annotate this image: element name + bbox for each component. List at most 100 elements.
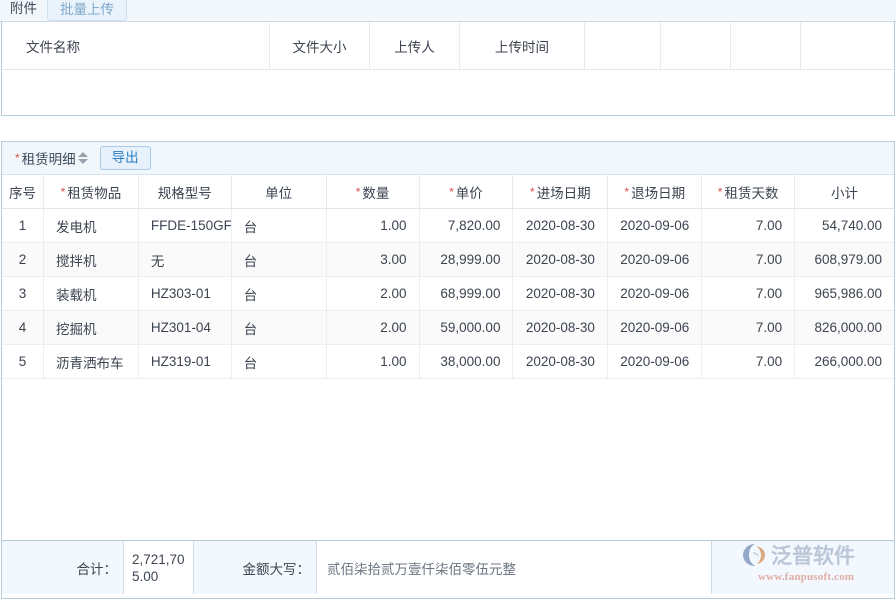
footer-spacer [712,541,894,594]
tab-attachment[interactable]: 附件 [10,0,37,22]
table-row[interactable]: 3装载机HZ303-01台2.0068,999.002020-08-302020… [2,277,894,311]
detail-column-header-label: 小计 [831,182,858,202]
cell-price[interactable]: 28,999.00 [420,243,514,276]
required-asterisk: * [530,186,535,198]
cell-item[interactable]: 搅拌机 [44,243,139,276]
total-value: 2,721,705.00 [124,541,194,594]
cell-no[interactable]: 2 [2,243,44,276]
attachment-column-header [731,22,801,69]
detail-column-header-label: 租赁物品 [67,182,121,202]
required-asterisk: * [61,186,66,198]
cell-days[interactable]: 7.00 [702,311,795,344]
cell-end[interactable]: 2020-09-06 [608,311,702,344]
cell-item[interactable]: 发电机 [44,209,139,242]
cell-subtotal[interactable]: 54,740.00 [795,209,894,242]
cell-end[interactable]: 2020-09-06 [608,277,702,310]
cell-start[interactable]: 2020-08-30 [513,277,608,310]
amount-in-words-value: 贰佰柒拾贰万壹仟柒佰零伍元整 [317,541,712,594]
cell-price[interactable]: 7,820.00 [420,209,514,242]
attachment-table: 文件名称文件大小上传人上传时间 [1,22,895,116]
cell-model[interactable]: HZ319-01 [139,345,232,378]
sort-descending-arrow-icon [78,159,88,164]
cell-start[interactable]: 2020-08-30 [513,209,608,242]
rental-detail-empty-area [2,379,894,540]
cell-unit[interactable]: 台 [232,277,327,310]
cell-item[interactable]: 沥青洒布车 [44,345,139,378]
attachment-column-header: 文件大小 [270,22,370,69]
cell-subtotal[interactable]: 266,000.00 [795,345,894,378]
required-asterisk: * [356,186,361,198]
cell-item[interactable]: 装载机 [44,277,139,310]
cell-model[interactable]: 无 [139,243,232,276]
attachment-table-header: 文件名称文件大小上传人上传时间 [2,22,894,70]
total-label: 合计： [2,541,124,594]
cell-start[interactable]: 2020-08-30 [513,243,608,276]
sort-updown-icon[interactable] [78,152,88,164]
detail-column-header-label: 规格型号 [158,182,212,202]
cell-end[interactable]: 2020-09-06 [608,243,702,276]
cell-subtotal[interactable]: 826,000.00 [795,311,894,344]
cell-unit[interactable]: 台 [232,311,327,344]
cell-model[interactable]: FFDE-150GF [139,209,232,242]
cell-unit[interactable]: 台 [232,243,327,276]
cell-no[interactable]: 3 [2,277,44,310]
cell-unit[interactable]: 台 [232,345,327,378]
batch-upload-button[interactable]: 批量上传 [47,0,127,21]
cell-price[interactable]: 68,999.00 [420,277,514,310]
cell-days[interactable]: 7.00 [702,277,795,310]
cell-model[interactable]: HZ303-01 [139,277,232,310]
attachment-tabbar: 附件 批量上传 [0,0,896,22]
cell-qty[interactable]: 2.00 [327,277,420,310]
attachment-table-body [2,70,894,115]
amount-in-words-label: 金额大写： [194,541,317,594]
cell-days[interactable]: 7.00 [702,209,795,242]
cell-qty[interactable]: 1.00 [327,345,420,378]
attachment-column-header: 文件名称 [2,22,270,69]
required-asterisk: * [15,152,20,164]
cell-end[interactable]: 2020-09-06 [608,209,702,242]
rental-detail-toolbar: * 租赁明细 导出 [2,142,894,175]
cell-days[interactable]: 7.00 [702,345,795,378]
rental-detail-header: 序号*租赁物品规格型号单位*数量*单价*进场日期*退场日期*租赁天数小计 [2,175,894,209]
detail-column-header: 单位 [232,175,327,208]
detail-column-header: 序号 [2,175,44,208]
cell-price[interactable]: 59,000.00 [420,311,514,344]
detail-column-header: *数量 [327,175,420,208]
cell-start[interactable]: 2020-08-30 [513,345,608,378]
sort-ascending-arrow-icon [78,152,88,157]
detail-column-header-label: 单价 [456,182,483,202]
detail-column-header: *租赁天数 [702,175,795,208]
required-asterisk: * [718,186,723,198]
cell-subtotal[interactable]: 608,979.00 [795,243,894,276]
cell-end[interactable]: 2020-09-06 [608,345,702,378]
required-asterisk: * [624,186,629,198]
table-row[interactable]: 5沥青洒布车HZ319-01台1.0038,000.002020-08-3020… [2,345,894,379]
rental-detail-rows: 1发电机FFDE-150GF台1.007,820.002020-08-30202… [2,209,894,379]
export-button[interactable]: 导出 [100,146,151,170]
cell-subtotal[interactable]: 965,986.00 [795,277,894,310]
cell-no[interactable]: 4 [2,311,44,344]
cell-unit[interactable]: 台 [232,209,327,242]
cell-price[interactable]: 38,000.00 [420,345,514,378]
cell-start[interactable]: 2020-08-30 [513,311,608,344]
detail-column-header-label: 序号 [9,182,36,202]
cell-qty[interactable]: 2.00 [327,311,420,344]
attachment-column-header: 上传时间 [460,22,585,69]
cell-days[interactable]: 7.00 [702,243,795,276]
cell-item[interactable]: 挖掘机 [44,311,139,344]
table-row[interactable]: 2搅拌机无台3.0028,999.002020-08-302020-09-067… [2,243,894,277]
required-asterisk: * [449,186,454,198]
cell-qty[interactable]: 1.00 [327,209,420,242]
cell-no[interactable]: 1 [2,209,44,242]
cell-no[interactable]: 5 [2,345,44,378]
rental-detail-title: * 租赁明细 [15,148,88,168]
detail-column-header-label: 租赁天数 [724,182,778,202]
rental-detail-title-text: 租赁明细 [22,148,76,168]
cell-model[interactable]: HZ301-04 [139,311,232,344]
detail-column-header: *租赁物品 [44,175,139,208]
cell-qty[interactable]: 3.00 [327,243,420,276]
attachment-column-header: 上传人 [370,22,460,69]
table-row[interactable]: 4挖掘机HZ301-04台2.0059,000.002020-08-302020… [2,311,894,345]
attachment-column-header [801,22,893,69]
table-row[interactable]: 1发电机FFDE-150GF台1.007,820.002020-08-30202… [2,209,894,243]
